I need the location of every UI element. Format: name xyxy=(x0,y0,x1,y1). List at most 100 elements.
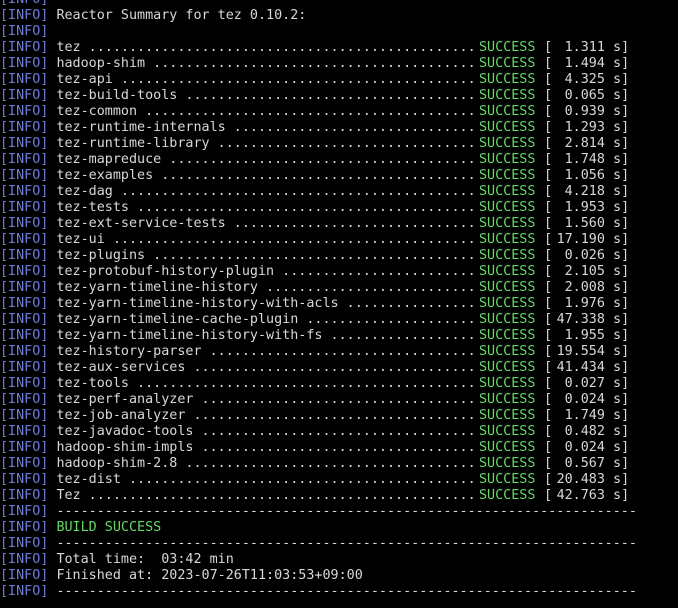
module-time: [4.325 s] xyxy=(544,72,630,87)
module-time-value: 1.311 s xyxy=(564,40,622,55)
info-tag: [INFO] xyxy=(0,552,49,567)
module-status: SUCCESS xyxy=(479,264,536,279)
log-line: [INFO] Reactor Summary for tez 0.10.2: xyxy=(0,8,678,24)
module-time: [1.311 s] xyxy=(544,40,630,55)
separator-rule: ----------------------------------------… xyxy=(56,504,637,519)
module-row: [INFO] tez-examples ....................… xyxy=(0,168,678,184)
info-tag: [INFO] xyxy=(0,8,49,23)
module-time-value: 1.976 s xyxy=(564,296,622,311)
info-tag: [INFO] xyxy=(0,440,49,455)
module-time: [0.027 s] xyxy=(544,376,630,391)
module-status: SUCCESS xyxy=(479,392,536,407)
log-line: [INFO] Total time: 03:42 min xyxy=(0,552,678,568)
total-time: Total time: 03:42 min xyxy=(56,552,234,567)
module-status: SUCCESS xyxy=(479,472,536,487)
module-time-value: 1.560 s xyxy=(564,216,622,231)
dot-leader: ........................................… xyxy=(112,184,476,199)
module-time: [0.026 s] xyxy=(544,248,630,263)
module-name: tez-dist xyxy=(56,472,121,487)
module-row: [INFO] tez-tools .......................… xyxy=(0,376,678,392)
info-tag: [INFO] xyxy=(0,472,49,487)
module-time-value: 1.494 s xyxy=(564,56,622,71)
info-tag: [INFO] xyxy=(0,568,49,583)
module-time: [0.024 s] xyxy=(544,440,630,455)
module-time: [0.567 s] xyxy=(544,456,630,471)
module-time: [1.976 s] xyxy=(544,296,630,311)
module-time: [1.749 s] xyxy=(544,408,630,423)
module-row: [INFO] tez-dist ........................… xyxy=(0,472,678,488)
separator-rule: ----------------------------------------… xyxy=(56,584,637,599)
info-tag: [INFO] xyxy=(0,280,49,295)
module-name: tez-ext-service-tests xyxy=(56,216,226,231)
module-time: [1.953 s] xyxy=(544,200,630,215)
module-time-value: 4.325 s xyxy=(564,72,622,87)
dot-leader: ........................................… xyxy=(120,472,476,487)
module-time: [42.763 s] xyxy=(544,488,630,503)
module-status: SUCCESS xyxy=(479,120,536,135)
dot-leader: .................................. xyxy=(193,392,476,407)
info-tag: [INFO] xyxy=(0,232,49,247)
module-time: [17.190 s] xyxy=(544,232,630,247)
module-summary-list: [INFO] tez .............................… xyxy=(0,40,678,504)
module-time-value: 2.008 s xyxy=(564,280,622,295)
module-time-value: 1.955 s xyxy=(564,328,622,343)
dot-leader: ................................... xyxy=(185,360,476,375)
info-tag: [INFO] xyxy=(0,72,49,87)
module-name: tez-common xyxy=(56,104,138,119)
module-time-value: 1.056 s xyxy=(564,168,622,183)
module-status: SUCCESS xyxy=(479,296,536,311)
module-status: SUCCESS xyxy=(479,72,536,87)
module-row: [INFO] Tez .............................… xyxy=(0,488,678,504)
module-status: SUCCESS xyxy=(479,312,536,327)
dot-leader: ....................................... xyxy=(153,168,476,183)
dot-leader: ........................................ xyxy=(145,56,476,71)
module-name: tez-yarn-timeline-cache-plugin xyxy=(56,312,299,327)
info-tag: [INFO] xyxy=(0,216,49,231)
info-tag: [INFO] xyxy=(0,248,49,263)
info-tag: [INFO] xyxy=(0,584,49,599)
info-tag: [INFO] xyxy=(0,168,49,183)
module-row: [INFO] tez-yarn-timeline-history-with-ac… xyxy=(0,296,678,312)
module-row: [INFO] tez-protobuf-history-plugin .....… xyxy=(0,264,678,280)
module-row: [INFO] tez-ext-service-tests ...........… xyxy=(0,216,678,232)
info-tag: [INFO] xyxy=(0,88,49,103)
module-name: tez-tools xyxy=(56,376,129,391)
module-status: SUCCESS xyxy=(479,488,536,503)
module-time: [19.554 s] xyxy=(544,344,630,359)
info-tag: [INFO] xyxy=(0,424,49,439)
info-tag: [INFO] xyxy=(0,136,49,151)
module-name: hadoop-shim xyxy=(56,56,146,71)
module-time-value: 0.024 s xyxy=(564,440,622,455)
module-time-value: 2.105 s xyxy=(564,264,622,279)
info-tag: [INFO] xyxy=(0,296,49,311)
module-time: [0.939 s] xyxy=(544,104,630,119)
module-time: [1.955 s] xyxy=(544,328,630,343)
dot-leader: ...................................... xyxy=(161,152,476,167)
info-tag: [INFO] xyxy=(0,408,49,423)
module-row: [INFO] hadoop-shim .....................… xyxy=(0,56,678,72)
module-time: [2.105 s] xyxy=(544,264,630,279)
module-name: tez-ui xyxy=(56,232,105,247)
module-time-value: 4.218 s xyxy=(564,184,622,199)
dot-leader: ................................. xyxy=(201,344,476,359)
info-tag: [INFO] xyxy=(0,104,49,119)
module-status: SUCCESS xyxy=(479,200,536,215)
module-name: tez-history-parser xyxy=(56,344,202,359)
module-row: [INFO] hadoop-shim-impls ...............… xyxy=(0,440,678,456)
module-time-value: 41.434 s xyxy=(556,360,622,375)
module-status: SUCCESS xyxy=(479,136,536,151)
module-time-value: 1.293 s xyxy=(564,120,622,135)
dot-leader: .................................... xyxy=(177,456,476,471)
module-name: tez-plugins xyxy=(56,248,146,263)
info-tag: [INFO] xyxy=(0,24,49,39)
dot-leader: ........................................… xyxy=(129,376,476,391)
module-status: SUCCESS xyxy=(479,152,536,167)
info-tag: [INFO] xyxy=(0,376,49,391)
module-row: [INFO] tez-build-tools .................… xyxy=(0,88,678,104)
module-time-value: 1.749 s xyxy=(564,408,622,423)
module-status: SUCCESS xyxy=(479,424,536,439)
terminal-window[interactable]: [INFO] ---------------------------------… xyxy=(0,0,678,608)
info-tag: [INFO] xyxy=(0,456,49,471)
module-time: [0.065 s] xyxy=(544,88,630,103)
module-name: tez-aux-services xyxy=(56,360,186,375)
